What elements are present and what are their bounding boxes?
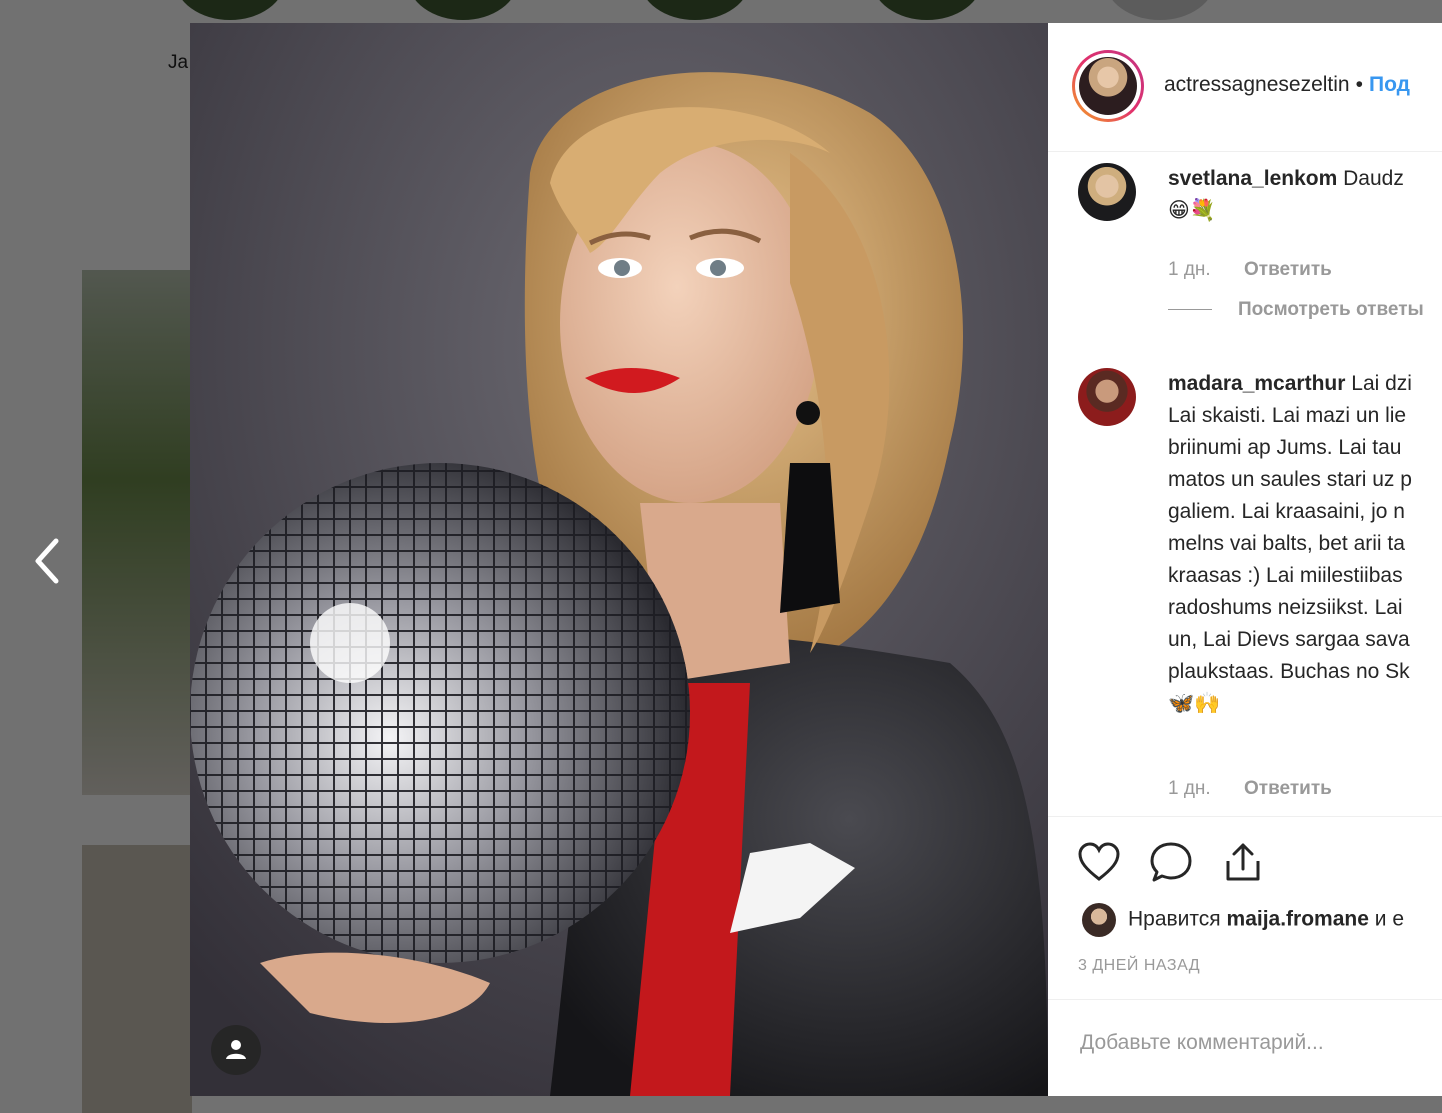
post-actions: Нравится maija.fromane и е 3 ДНЕЙ НАЗАД bbox=[1048, 816, 1442, 1027]
likes-summary: Нравится maija.fromane и е bbox=[1082, 903, 1404, 937]
comment-text: Daudz bbox=[1343, 167, 1404, 190]
comment-text: Lai skaisti. Lai mazi un lie bbox=[1168, 404, 1407, 427]
comment-text: 😁💐 bbox=[1168, 199, 1217, 222]
post-header: actressagnesezeltin • Под bbox=[1048, 23, 1442, 152]
commenter-avatar[interactable] bbox=[1078, 368, 1136, 426]
author-username[interactable]: actressagnesezeltin bbox=[1164, 73, 1350, 96]
user-tag-icon[interactable] bbox=[211, 1025, 261, 1075]
comment-time[interactable]: 1 дн. bbox=[1168, 259, 1211, 280]
chevron-left-icon[interactable] bbox=[28, 535, 68, 587]
follow-button[interactable]: Под bbox=[1369, 73, 1410, 96]
comment-text: radoshums neizsiikst. Lai bbox=[1168, 596, 1403, 619]
comment-text: matos un saules stari uz p bbox=[1168, 468, 1412, 491]
comment-item: svetlana_lenkom Daudz 😁💐 1 дн. Ответить … bbox=[1078, 163, 1442, 333]
heart-icon[interactable] bbox=[1076, 839, 1122, 885]
likes-suffix: и е bbox=[1374, 907, 1404, 931]
likes-prefix: Нравится bbox=[1128, 907, 1221, 931]
comment-icon[interactable] bbox=[1148, 839, 1194, 885]
comment-username[interactable]: svetlana_lenkom bbox=[1168, 167, 1337, 190]
comment-text: Lai dzi bbox=[1351, 372, 1412, 395]
commenter-avatar[interactable] bbox=[1078, 163, 1136, 221]
comment-text: melns vai balts, bet arii ta bbox=[1168, 532, 1405, 555]
post-timestamp[interactable]: 3 ДНЕЙ НАЗАД bbox=[1078, 957, 1200, 975]
post-side-panel: actressagnesezeltin • Под svetlana_lenkom … bbox=[1048, 23, 1442, 1096]
author-avatar[interactable] bbox=[1072, 50, 1144, 122]
liker-avatar[interactable] bbox=[1082, 903, 1116, 937]
comment-text: kraasas :) Lai miilestiibas bbox=[1168, 564, 1403, 587]
share-icon[interactable] bbox=[1220, 839, 1266, 885]
comment-input[interactable] bbox=[1078, 1030, 1422, 1056]
comment-text: briinumi ap Jums. Lai tau bbox=[1168, 436, 1402, 459]
comment-text: plaukstaas. Buchas no Sk bbox=[1168, 660, 1410, 683]
comment-username[interactable]: madara_mcarthur bbox=[1168, 372, 1345, 395]
header-separator: • bbox=[1355, 73, 1363, 96]
comment-time[interactable]: 1 дн. bbox=[1168, 778, 1211, 799]
add-comment-bar bbox=[1048, 999, 1442, 1096]
reply-button[interactable]: Ответить bbox=[1244, 259, 1332, 280]
comment-text: un, Lai Dievs sargaa sava bbox=[1168, 628, 1410, 651]
reply-button[interactable]: Ответить bbox=[1244, 778, 1332, 799]
liker-username[interactable]: maija.fromane bbox=[1227, 908, 1369, 931]
post-image bbox=[190, 23, 1048, 1096]
comment-text: galiem. Lai kraasaini, jo n bbox=[1168, 500, 1405, 523]
view-replies-button[interactable]: Посмотреть ответы bbox=[1168, 299, 1424, 321]
comment-item: madara_mcarthur Lai dzi Lai skaisti. Lai… bbox=[1078, 368, 1442, 799]
comment-text: 🦋🙌 bbox=[1168, 692, 1221, 715]
